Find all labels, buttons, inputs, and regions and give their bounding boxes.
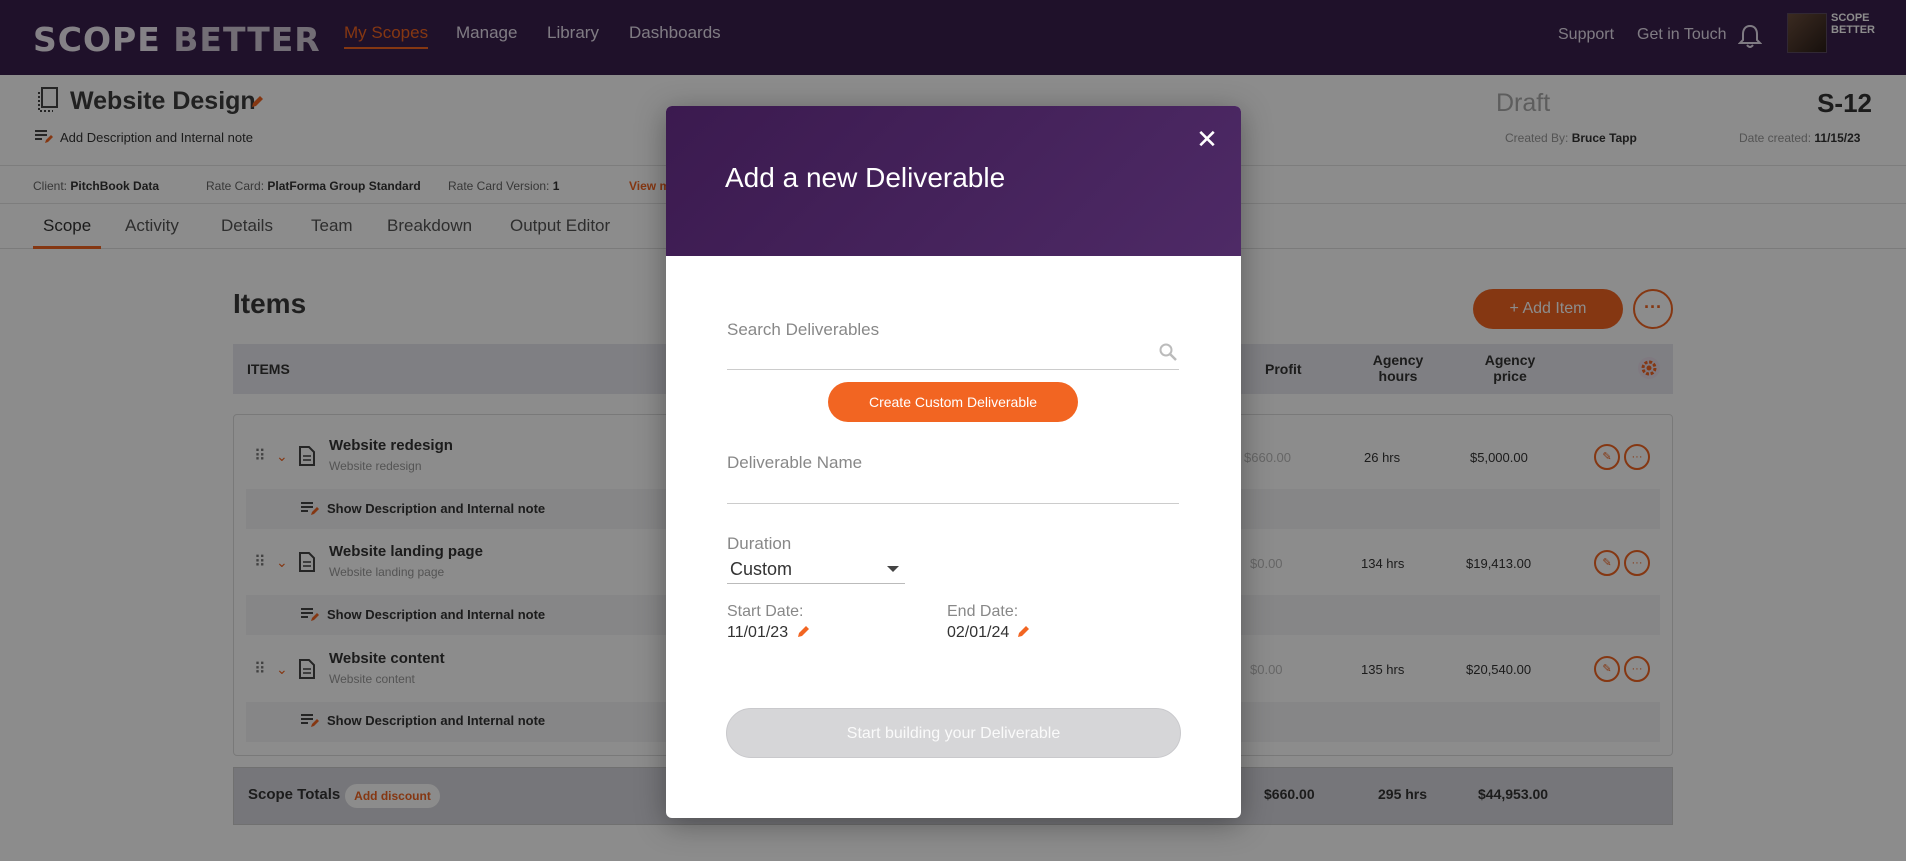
deliverable-name-label: Deliverable Name (727, 453, 863, 472)
deliverable-name-input[interactable] (727, 474, 1179, 504)
start-date-value[interactable]: 11/01/23 (727, 624, 788, 642)
start-building-deliverable-button[interactable]: Start building your Deliverable (726, 708, 1181, 758)
close-icon[interactable]: ✕ (1194, 126, 1220, 152)
duration-value: Custom (730, 559, 793, 579)
duration-label: Duration (727, 534, 792, 553)
edit-end-date-pencil-icon[interactable] (1016, 625, 1030, 639)
end-date-label: End Date: (947, 603, 1019, 620)
edit-start-date-pencil-icon[interactable] (796, 625, 810, 639)
search-icon[interactable] (1158, 342, 1178, 362)
create-custom-deliverable-button[interactable]: Create Custom Deliverable (828, 382, 1078, 422)
modal-title: Add a new Deliverable (725, 162, 1006, 193)
search-deliverables-label: Search Deliverables (727, 320, 880, 339)
search-deliverables-input[interactable] (727, 340, 1179, 370)
modal-header: Add a new Deliverable ✕ (666, 106, 1241, 256)
add-deliverable-modal: Add a new Deliverable ✕ Search Deliverab… (666, 106, 1241, 818)
duration-select[interactable]: Custom (727, 554, 905, 584)
start-date-label: Start Date: (727, 603, 804, 620)
dropdown-caret-icon (887, 566, 899, 572)
end-date-value[interactable]: 02/01/24 (947, 624, 1009, 642)
